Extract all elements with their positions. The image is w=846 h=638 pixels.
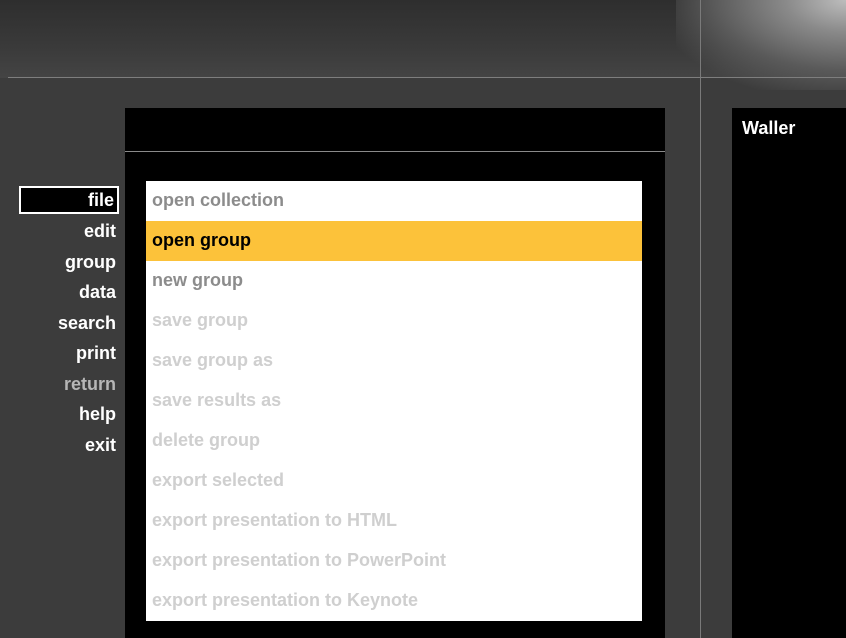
menu-option-export-powerpoint[interactable]: export presentation to PowerPoint [146, 541, 642, 581]
menu-option-delete-group[interactable]: delete group [146, 421, 642, 461]
menu-option-new-group[interactable]: new group [146, 261, 642, 301]
menu-item-group[interactable]: group [19, 247, 119, 278]
header-divider [8, 77, 846, 78]
menu-item-file[interactable]: file [19, 186, 119, 214]
menu-option-export-keynote[interactable]: export presentation to Keynote [146, 581, 642, 621]
menu-item-edit[interactable]: edit [19, 216, 119, 247]
menu-option-open-collection[interactable]: open collection [146, 181, 642, 221]
panel-header-divider [125, 151, 665, 152]
menu-item-exit[interactable]: exit [19, 430, 119, 461]
menu-item-help[interactable]: help [19, 399, 119, 430]
menu-option-export-selected[interactable]: export selected [146, 461, 642, 501]
main-menu: file edit group data search print return… [19, 186, 119, 460]
menu-option-save-group[interactable]: save group [146, 301, 642, 341]
menu-option-open-group[interactable]: open group [146, 221, 642, 261]
menu-option-save-group-as[interactable]: save group as [146, 341, 642, 381]
file-dropdown-menu: open collection open group new group sav… [146, 181, 642, 621]
menu-item-print[interactable]: print [19, 338, 119, 369]
menu-option-export-html[interactable]: export presentation to HTML [146, 501, 642, 541]
menu-option-save-results-as[interactable]: save results as [146, 381, 642, 421]
right-panel: Waller [732, 108, 846, 638]
menu-item-return[interactable]: return [19, 369, 119, 400]
menu-item-data[interactable]: data [19, 277, 119, 308]
menu-item-search[interactable]: search [19, 308, 119, 339]
vertical-divider [700, 0, 701, 638]
right-panel-title: Waller [742, 118, 796, 138]
